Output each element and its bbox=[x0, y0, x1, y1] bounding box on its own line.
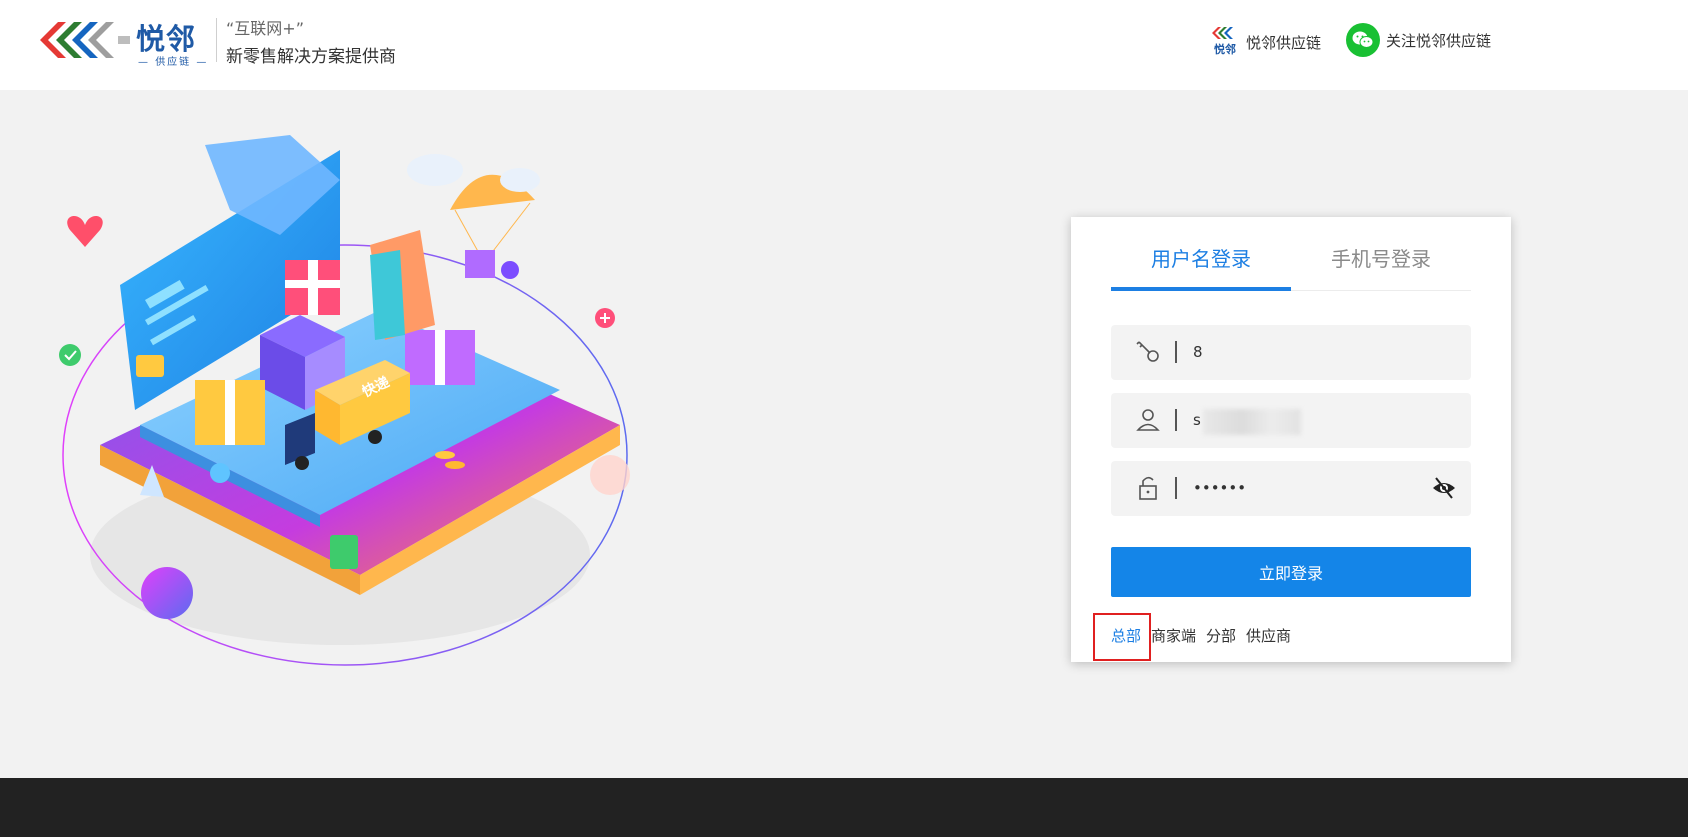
role-branch[interactable]: 分部 bbox=[1206, 625, 1236, 646]
password-input[interactable] bbox=[1193, 461, 1423, 516]
key-icon bbox=[1136, 341, 1159, 362]
login-button[interactable]: 立即登录 bbox=[1111, 547, 1471, 597]
tab-phone-login[interactable]: 手机号登录 bbox=[1291, 239, 1471, 288]
logo-divider bbox=[216, 18, 217, 62]
lock-icon bbox=[1139, 476, 1157, 500]
slogan-line-1: “互联网+” bbox=[226, 19, 304, 38]
logo-subtitle: — 供应链 — bbox=[138, 57, 209, 68]
svg-text:悦邻: 悦邻 bbox=[1214, 42, 1236, 56]
page-footer bbox=[0, 778, 1688, 837]
username-input[interactable] bbox=[1193, 393, 1423, 448]
field-separator bbox=[1175, 341, 1177, 363]
eye-slash-icon[interactable] bbox=[1431, 475, 1457, 501]
role-merchant[interactable]: 商家端 bbox=[1151, 625, 1196, 646]
login-tabs: 用户名登录 手机号登录 bbox=[1111, 239, 1471, 291]
follow-wechat-link[interactable]: 关注悦邻供应链 bbox=[1346, 22, 1491, 58]
tab-username-login[interactable]: 用户名登录 bbox=[1111, 239, 1291, 291]
mini-logo-icon: 悦邻 bbox=[1212, 27, 1236, 56]
logo-name: 悦邻 bbox=[136, 22, 197, 56]
code-input[interactable] bbox=[1193, 325, 1423, 380]
user-icon bbox=[1136, 409, 1160, 431]
password-field[interactable] bbox=[1111, 461, 1471, 516]
logo-mark-icon bbox=[40, 22, 130, 58]
brand-logo[interactable]: 悦邻 — 供应链 — bbox=[38, 16, 218, 68]
login-card: 用户名登录 手机号登录 8 s •••••• 立即登录 总部 商家端 分部 供应… bbox=[1071, 217, 1511, 662]
field-separator bbox=[1175, 477, 1177, 499]
ecommerce-illustration: 快递 bbox=[59, 135, 630, 666]
supply-chain-link[interactable]: 悦邻 悦邻供应链 bbox=[1210, 24, 1321, 60]
top-header: 悦邻 — 供应链 — “互联网+” 新零售解决方案提供商 悦邻 悦邻供应链 关注… bbox=[0, 0, 1688, 90]
username-field[interactable] bbox=[1111, 393, 1471, 448]
code-field[interactable] bbox=[1111, 325, 1471, 380]
follow-wechat-label: 关注悦邻供应链 bbox=[1386, 31, 1492, 50]
highlight-annotation-box bbox=[1093, 613, 1151, 661]
role-supplier[interactable]: 供应商 bbox=[1246, 625, 1291, 646]
supply-chain-link-label: 悦邻供应链 bbox=[1246, 33, 1322, 52]
field-separator bbox=[1175, 409, 1177, 431]
slogan-line-2: 新零售解决方案提供商 bbox=[226, 47, 396, 67]
wechat-icon bbox=[1346, 23, 1380, 57]
